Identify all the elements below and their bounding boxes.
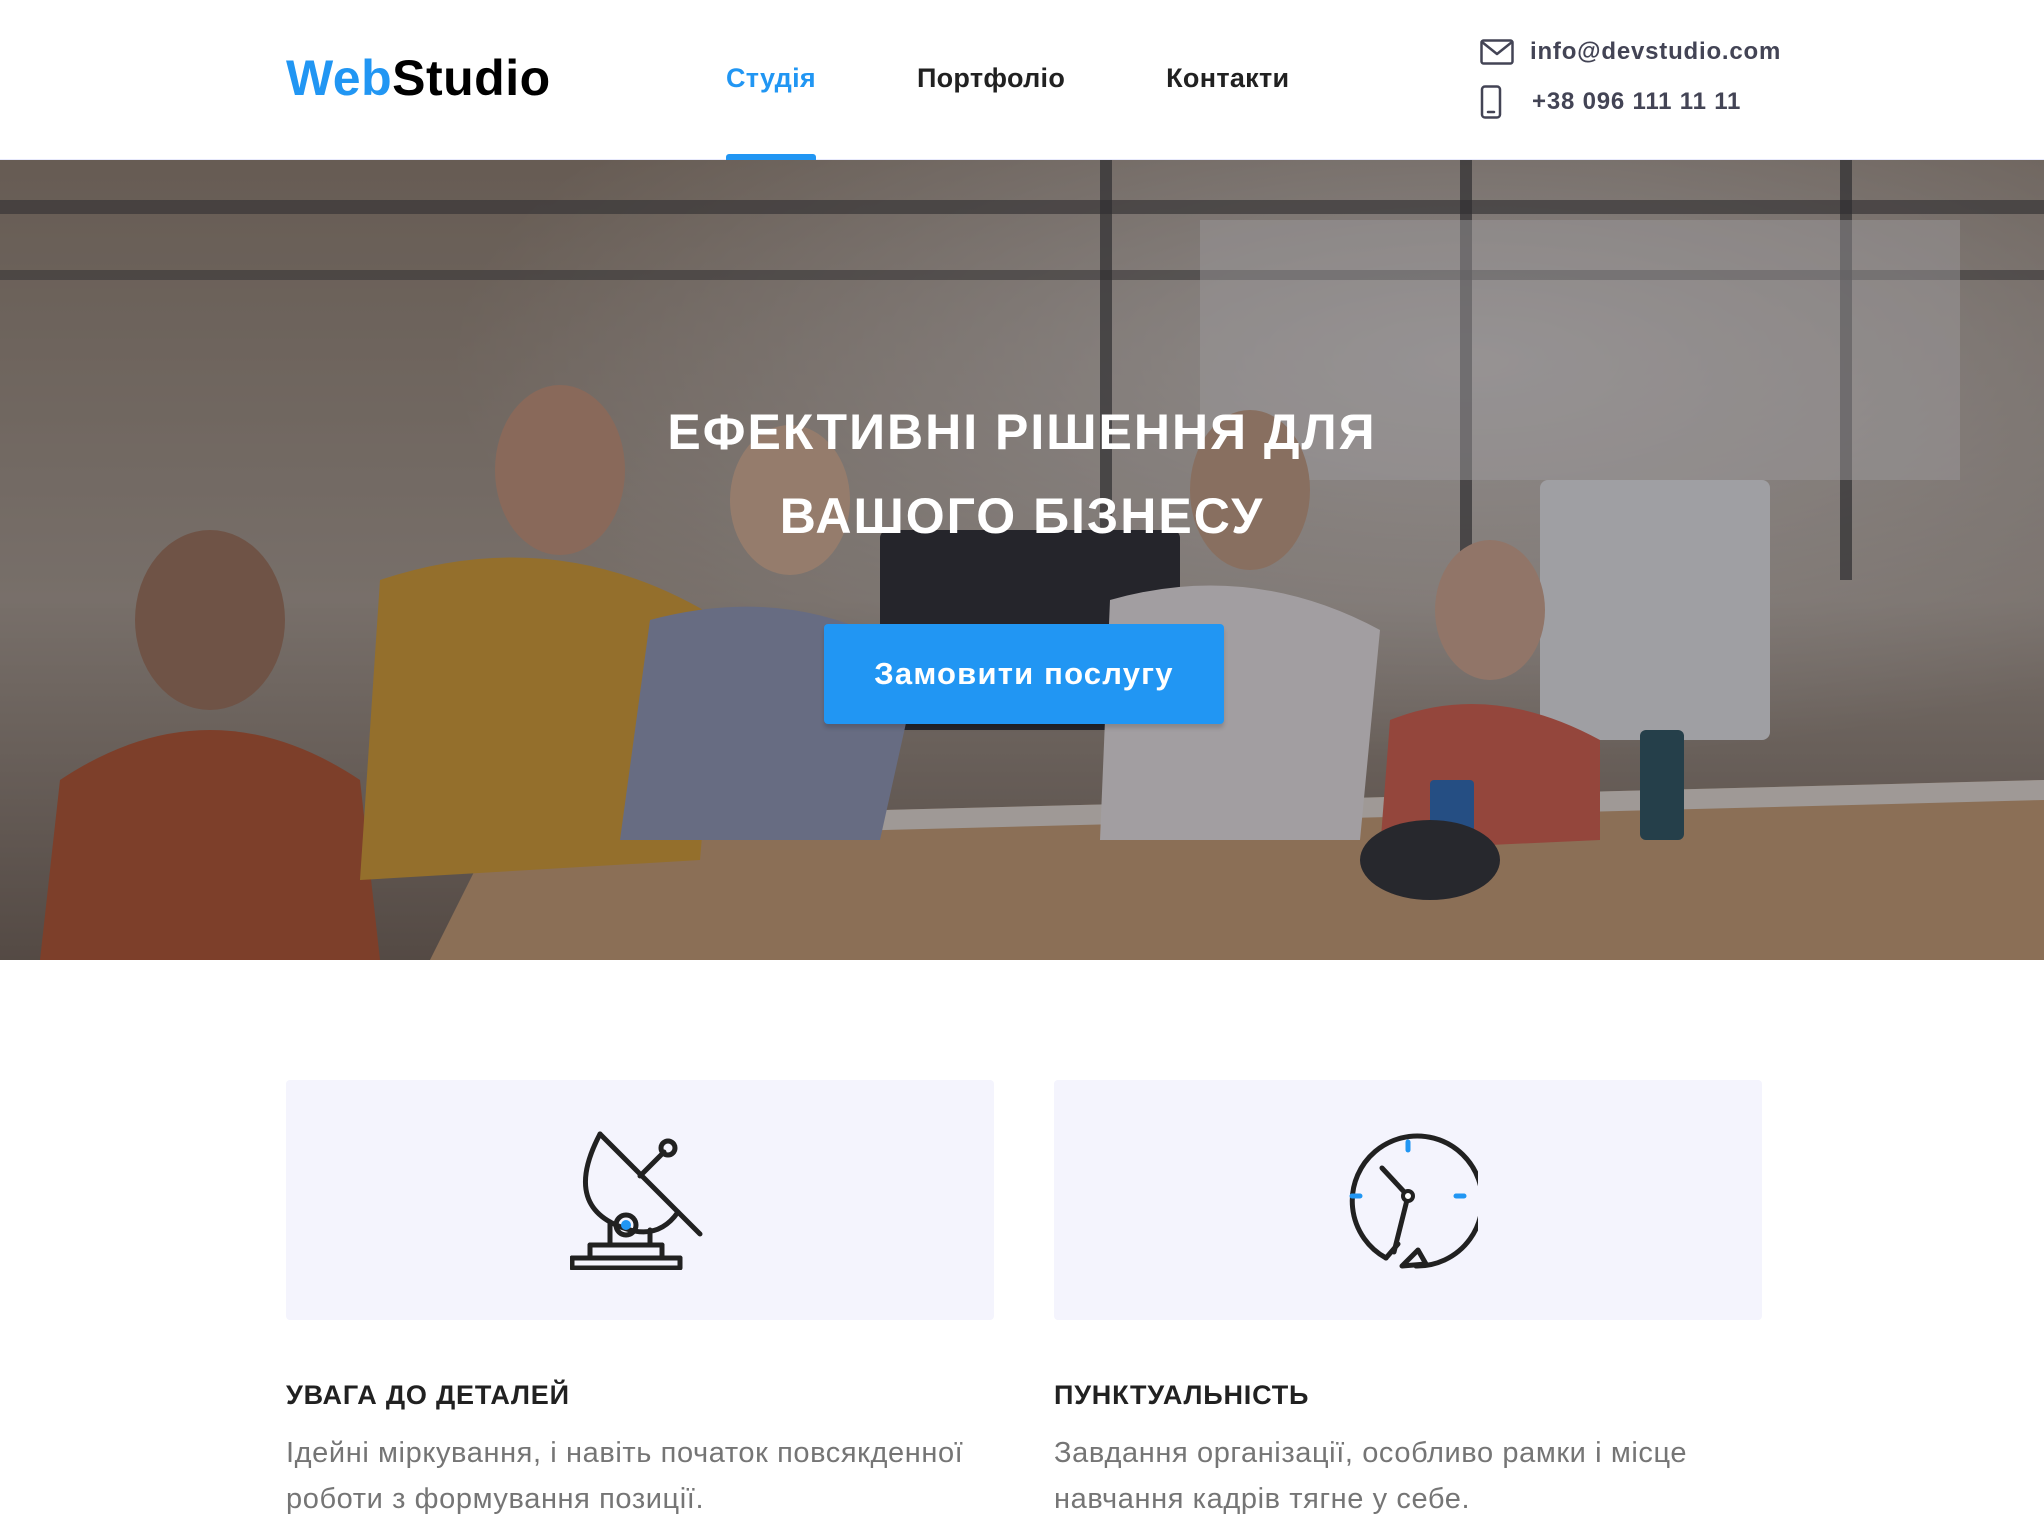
feature-text: Завдання організації, особливо рамки і м… — [1054, 1437, 1688, 1515]
email-text: info@devstudio.com — [1530, 38, 1782, 65]
nav-item-portfolio: Портфоліо — [917, 0, 1065, 160]
logo-main-text: Studio — [392, 50, 551, 106]
envelope-icon — [1480, 39, 1516, 65]
feature-punctuality: Пунктуальність Завдання організації, осо… — [1054, 1080, 1762, 1515]
hero-section: Ефективні рішення для вашого бізнесу Зам… — [0, 160, 2044, 960]
phone-link[interactable]: +38 096 111 11 11 — [1480, 84, 1781, 120]
nav-link-studio[interactable]: Студія — [726, 0, 816, 156]
nav-link-portfolio[interactable]: Портфоліо — [917, 0, 1065, 156]
email-link[interactable]: info@devstudio.com — [1480, 34, 1781, 70]
feature-title: Увага до деталей — [286, 1380, 570, 1410]
nav-item-studio: Студія — [726, 0, 816, 160]
main-nav: Студія Портфоліо Контакти — [726, 0, 1390, 160]
site-header: WebStudio Студія Портфоліо Контакти info… — [0, 0, 2044, 160]
nav-item-contacts: Контакти — [1166, 0, 1289, 160]
feature-title: Пунктуальність — [1054, 1380, 1310, 1410]
logo[interactable]: WebStudio — [286, 50, 551, 106]
feature-text: Ідейні міркування, і навіть початок повс… — [286, 1437, 964, 1515]
feature-card — [286, 1080, 994, 1320]
hero-title: Ефективні рішення для вашого бізнесу — [667, 404, 1377, 544]
logo-accent-text: Web — [286, 50, 393, 106]
phone-text: +38 096 111 11 11 — [1532, 88, 1742, 115]
header-contacts: info@devstudio.com +38 096 111 11 11 — [1480, 34, 1781, 134]
hero-overlay — [0, 160, 2044, 960]
clock-icon — [1349, 1133, 1478, 1269]
nav-link-contacts[interactable]: Контакти — [1166, 0, 1289, 156]
feature-card — [1054, 1080, 1762, 1320]
feature-attention-to-detail: Увага до деталей Ідейні міркування, і на… — [286, 1080, 994, 1515]
smartphone-icon — [1480, 85, 1516, 119]
order-service-button[interactable]: Замовити послугу — [824, 624, 1224, 724]
satellite-dish-icon — [570, 1131, 703, 1270]
